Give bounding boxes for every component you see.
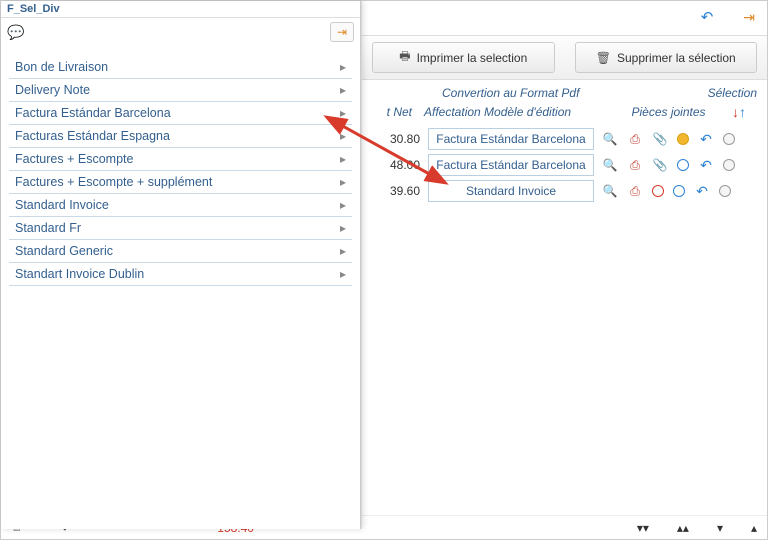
template-selector-panel: F_Sel_Div 💬 ⇥ Bon de Livraison▸Delivery …: [1, 1, 361, 529]
row-icons: 🔍 ⎙ 📎 ↶: [602, 131, 757, 148]
table-row: 48.00 Factura Estándar Barcelona 🔍 ⎙ 📎 ↶: [362, 152, 767, 178]
sort-icon[interactable]: ↓↑: [732, 104, 746, 120]
pdf-icon[interactable]: ⎙: [627, 184, 643, 199]
chevron-right-icon: ▸: [340, 60, 346, 74]
print-label: Imprimer la selection: [417, 51, 528, 65]
col-sort: ↓↑: [721, 104, 757, 120]
undo-icon[interactable]: ↶: [701, 8, 714, 26]
template-item[interactable]: Standard Generic ▸: [9, 240, 352, 263]
template-item[interactable]: Bon de Livraison ▸: [9, 56, 352, 79]
chevron-right-icon: ▸: [340, 221, 346, 235]
panel-toolbar: 💬 ⇥: [1, 18, 360, 50]
status-dot-icon[interactable]: [673, 185, 685, 197]
main-panel: ↶ ⇥ 🖶 Imprimer la selection 🗑 Supprimer …: [361, 1, 767, 529]
action-bar: 🖶 Imprimer la selection 🗑 Supprimer la s…: [362, 35, 767, 80]
template-item[interactable]: Factures + Escompte + supplément ▸: [9, 171, 352, 194]
attachment-icon[interactable]: [652, 185, 664, 197]
attachment-icon[interactable]: 📎: [652, 158, 668, 172]
row-undo-icon[interactable]: ↶: [694, 183, 710, 200]
row-select-radio[interactable]: [719, 185, 731, 197]
template-item[interactable]: Standart Invoice Dublin ▸: [9, 263, 352, 286]
trash-icon: 🗑: [596, 51, 611, 65]
template-item-label: Delivery Note: [15, 83, 90, 97]
printer-icon: 🖶: [399, 47, 410, 68]
column-headers: t Net Affectation Modèle d'édition Pièce…: [362, 102, 767, 126]
col-model: Affectation Modèle d'édition: [412, 105, 616, 119]
preview-icon[interactable]: 🔍: [602, 132, 618, 146]
template-item-label: Factures + Escompte: [15, 152, 133, 166]
template-item[interactable]: Factura Estándar Barcelona ▸: [9, 102, 352, 125]
page-prev-icon[interactable]: ▴▴: [677, 521, 689, 535]
page-first-icon[interactable]: ▾▾: [637, 521, 649, 535]
selection-header-label: Sélection: [708, 86, 757, 100]
chevron-right-icon: ▸: [340, 106, 346, 120]
template-list: Bon de Livraison▸Delivery Note▸Factura E…: [1, 50, 360, 292]
convert-pdf-label: Convertion au Format Pdf: [442, 86, 579, 100]
row-icons: 🔍 ⎙ 📎 ↶: [602, 157, 757, 174]
chevron-right-icon: ▸: [340, 175, 346, 189]
net-amount: 39.60: [372, 184, 420, 198]
chevron-right-icon: ▸: [340, 129, 346, 143]
row-undo-icon[interactable]: ↶: [698, 131, 714, 148]
col-attachments: Pièces jointes: [616, 105, 721, 119]
net-amount: 30.80: [372, 132, 420, 146]
status-dot-icon[interactable]: [677, 133, 689, 145]
chevron-right-icon: ▸: [340, 267, 346, 281]
table-row: 39.60 Standard Invoice 🔍 ⎙ ↶: [362, 178, 767, 204]
model-select[interactable]: Standard Invoice: [428, 180, 594, 202]
row-undo-icon[interactable]: ↶: [698, 157, 714, 174]
delete-selection-button[interactable]: 🗑 Supprimer la sélection: [575, 42, 758, 73]
chevron-right-icon: ▸: [340, 83, 346, 97]
data-rows: 30.80Factura Estándar Barcelona🔍⎙📎↶48.00…: [362, 126, 767, 204]
row-select-radio[interactable]: [723, 159, 735, 171]
template-item-label: Factures + Escompte + supplément: [15, 175, 212, 189]
template-item[interactable]: Delivery Note ▸: [9, 79, 352, 102]
template-item-label: Bon de Livraison: [15, 60, 108, 74]
status-dot-icon[interactable]: [677, 159, 689, 171]
chat-icon[interactable]: 💬: [7, 24, 24, 41]
net-amount: 48.00: [372, 158, 420, 172]
attachment-icon[interactable]: 📎: [652, 132, 668, 146]
preview-icon[interactable]: 🔍: [602, 158, 618, 172]
template-item-label: Standard Fr: [15, 221, 81, 235]
template-item-label: Standard Invoice: [15, 198, 109, 212]
exit-icon[interactable]: ⇥: [743, 9, 755, 26]
chevron-right-icon: ▸: [340, 244, 346, 258]
window-title: F_Sel_Div: [1, 1, 360, 18]
delete-label: Supprimer la sélection: [617, 51, 736, 65]
chevron-right-icon: ▸: [340, 198, 346, 212]
template-item-label: Facturas Estándar Espagna: [15, 129, 170, 143]
template-item[interactable]: Factures + Escompte ▸: [9, 148, 352, 171]
template-item[interactable]: Standard Fr ▸: [9, 217, 352, 240]
col-net: t Net: [372, 105, 412, 119]
model-select[interactable]: Factura Estándar Barcelona: [428, 128, 594, 150]
template-item[interactable]: Standard Invoice ▸: [9, 194, 352, 217]
pager: ▾▾ ▴▴ ▾ ▴: [637, 521, 757, 535]
pdf-icon[interactable]: ⎙: [627, 132, 643, 147]
preview-icon[interactable]: 🔍: [602, 184, 618, 198]
page-down-icon[interactable]: ▾: [717, 521, 723, 535]
model-select[interactable]: Factura Estándar Barcelona: [428, 154, 594, 176]
chevron-right-icon: ▸: [340, 152, 346, 166]
row-icons: 🔍 ⎙ ↶: [602, 183, 757, 200]
template-item[interactable]: Facturas Estándar Espagna ▸: [9, 125, 352, 148]
template-item-label: Standart Invoice Dublin: [15, 267, 144, 281]
sub-header: Convertion au Format Pdf Sélection: [362, 80, 767, 102]
table-row: 30.80 Factura Estándar Barcelona 🔍 ⎙ 📎 ↶: [362, 126, 767, 152]
page-up-icon[interactable]: ▴: [751, 521, 757, 535]
template-item-label: Standard Generic: [15, 244, 113, 258]
print-selection-button[interactable]: 🖶 Imprimer la selection: [372, 42, 555, 73]
main-toolbar: ↶ ⇥: [362, 1, 767, 35]
row-select-radio[interactable]: [723, 133, 735, 145]
template-item-label: Factura Estándar Barcelona: [15, 106, 171, 120]
close-panel-button[interactable]: ⇥: [330, 22, 354, 42]
pdf-icon[interactable]: ⎙: [627, 158, 643, 173]
